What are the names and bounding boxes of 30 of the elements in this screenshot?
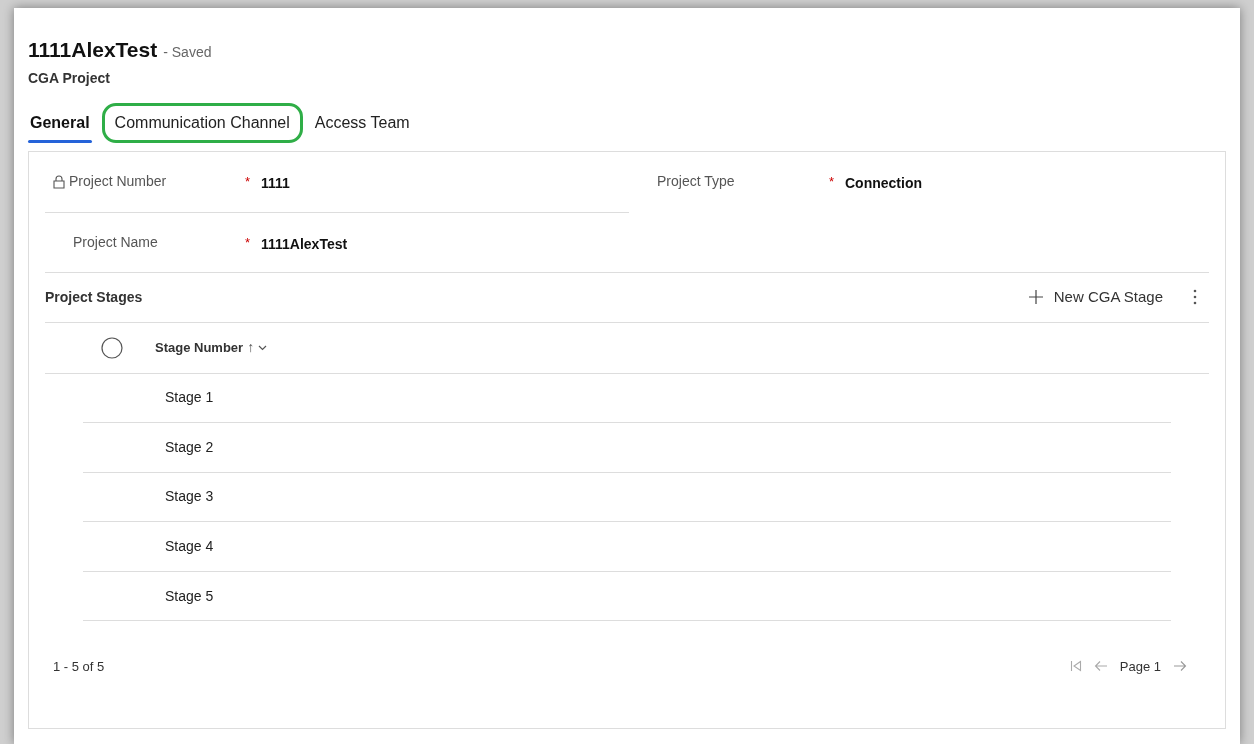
chevron-down-icon[interactable]	[258, 344, 268, 351]
new-stage-button[interactable]: New CGA Stage	[1021, 279, 1169, 315]
required-asterisk: *	[245, 233, 252, 252]
sort-arrow: ↑	[247, 338, 255, 357]
required-asterisk: *	[245, 172, 252, 191]
tab[interactable]: General	[28, 102, 92, 143]
field-label: Project Name	[73, 232, 158, 252]
select-all-checkbox[interactable]	[101, 336, 123, 359]
more-options-icon[interactable]	[1193, 289, 1197, 305]
field-label: Project Type	[657, 172, 735, 191]
required-asterisk: *	[829, 172, 836, 191]
column-header[interactable]: Stage Number	[155, 337, 244, 358]
entity-name: CGA Project	[28, 68, 110, 88]
save-status: - Saved	[163, 43, 212, 62]
record-count: 1 - 5 of 5	[53, 657, 105, 676]
tab[interactable]: Communication Channel	[101, 102, 303, 143]
page-indicator: Page 1	[1119, 657, 1161, 676]
table-cell[interactable]: Stage 1	[165, 387, 214, 409]
record-title: 1111AlexTest	[28, 37, 158, 63]
field-value[interactable]: 1111	[261, 173, 290, 194]
table-cell[interactable]: Stage 2	[165, 436, 214, 458]
table-cell[interactable]: Stage 3	[165, 486, 214, 508]
field-value[interactable]: 1111AlexTest	[261, 233, 348, 255]
subgrid-title: Project Stages	[45, 287, 143, 307]
table-cell[interactable]: Stage 5	[165, 585, 214, 607]
field-label: Project Number	[69, 172, 167, 191]
tab[interactable]: Access Team	[312, 102, 412, 143]
plus-icon	[1027, 289, 1044, 305]
table-cell[interactable]: Stage 4	[165, 536, 214, 558]
field-value[interactable]: Connection	[845, 173, 922, 194]
